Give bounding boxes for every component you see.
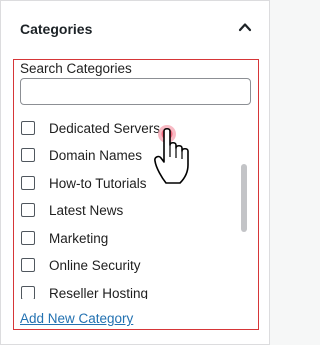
scrollbar-thumb[interactable] [241,164,247,232]
search-label: Search Categories [20,61,132,76]
category-checkbox[interactable] [21,176,35,190]
category-label: Latest News [49,202,124,218]
panel-header[interactable]: Categories [1,1,269,55]
category-label: Reseller Hosting [49,285,149,300]
category-item-online-security[interactable]: Online Security [21,255,141,275]
category-item-reseller-hosting[interactable]: Reseller Hosting [21,283,148,299]
category-item-marketing[interactable]: Marketing [21,228,108,248]
category-checkbox[interactable] [21,148,35,162]
category-checkbox[interactable] [21,286,35,299]
category-checkbox[interactable] [21,121,35,135]
add-new-category-link[interactable]: Add New Category [20,311,133,326]
category-list-scrollbar[interactable] [239,114,249,299]
category-list: Dedicated Servers Domain Names How-to Tu… [17,114,253,299]
search-categories-input[interactable] [20,78,251,105]
category-item-dedicated-servers[interactable]: Dedicated Servers [21,118,160,138]
category-label: How-to Tutorials [49,175,147,191]
category-checkbox[interactable] [21,203,35,217]
category-item-how-to-tutorials[interactable]: How-to Tutorials [21,173,147,193]
category-label: Domain Names [49,147,143,163]
categories-panel: Categories Search Categories Dedicated S… [0,0,270,345]
category-item-latest-news[interactable]: Latest News [21,200,123,220]
chevron-up-icon[interactable] [238,20,252,34]
category-label: Online Security [49,257,141,273]
panel-title: Categories [20,21,93,37]
category-item-domain-names[interactable]: Domain Names [21,145,142,165]
category-label: Dedicated Servers [49,120,161,136]
category-label: Marketing [49,230,109,246]
category-checkbox[interactable] [21,231,35,245]
category-checkbox[interactable] [21,258,35,272]
